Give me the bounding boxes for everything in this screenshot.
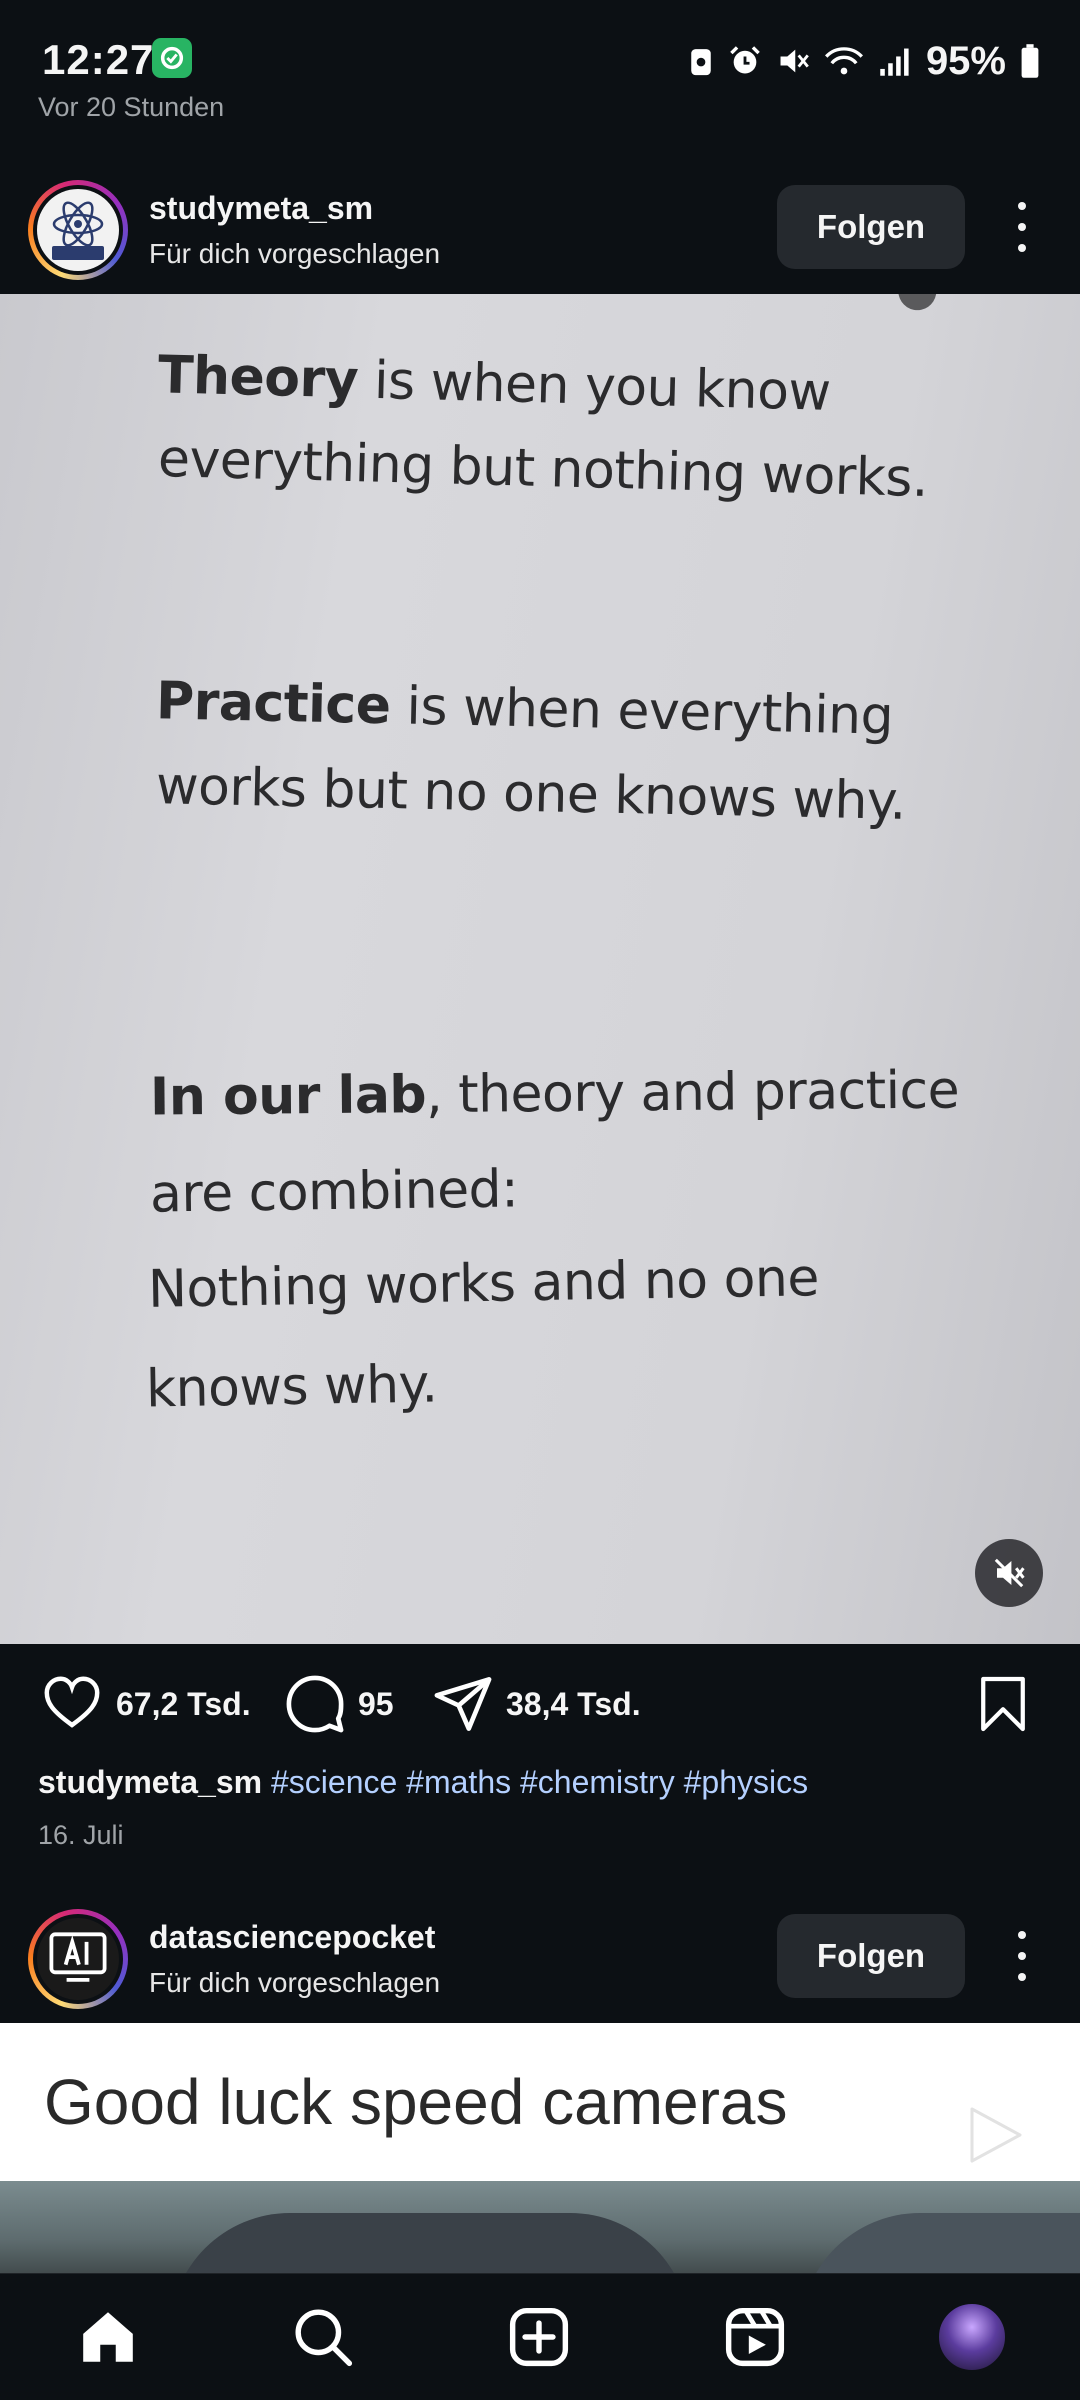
bookmark-icon — [981, 1676, 1025, 1732]
more-options-icon[interactable] — [1002, 1931, 1042, 1981]
pin-icon — [898, 294, 940, 314]
signal-icon — [880, 48, 909, 76]
post-time-ago: Vor 20 Stunden — [38, 92, 225, 122]
nav-create[interactable] — [504, 2302, 574, 2372]
share-count: 38,4 Tsd. — [506, 1685, 641, 1722]
post-header: datasciencepocket Für dich vorgeschlagen… — [0, 1889, 1080, 2023]
profile-avatar[interactable] — [936, 2301, 1008, 2373]
lock-recorder-icon — [691, 49, 711, 76]
battery-percent: 95% — [925, 38, 1006, 83]
hashtag[interactable]: #chemistry — [520, 1764, 675, 1800]
nav-home[interactable] — [73, 2302, 143, 2372]
home-icon — [83, 2312, 133, 2362]
comment-count: 95 — [358, 1685, 394, 1722]
hashtag[interactable]: #maths — [406, 1764, 511, 1800]
send-icon — [434, 1677, 492, 1731]
post-image[interactable]: Theory is when you know everything but n… — [0, 294, 1080, 1644]
battery-icon — [1021, 44, 1039, 78]
reels-icon — [725, 2307, 785, 2367]
comment-icon — [286, 1675, 344, 1733]
follow-button[interactable]: Folgen — [777, 1914, 965, 1998]
comment-action[interactable]: 95 — [286, 1674, 394, 1734]
post-image[interactable]: Good luck speed cameras — [0, 2023, 1080, 2273]
suggested-label: Für dich vorgeschlagen — [149, 1967, 441, 1998]
post-username[interactable]: datasciencepocket — [149, 1919, 435, 1956]
clock: 12:27 — [42, 36, 155, 83]
sign-paper: Theory is when you know everything but n… — [0, 294, 1080, 1644]
nav-search[interactable] — [288, 2302, 358, 2372]
car-shape — [170, 2213, 690, 2273]
search-icon — [295, 2309, 353, 2367]
alarm-icon — [730, 46, 760, 74]
post-caption: studymeta_sm #science #maths #chemistry … — [38, 1764, 808, 1801]
image-caption-text: Good luck speed cameras — [44, 2066, 788, 2138]
avatar[interactable] — [28, 1909, 128, 2009]
create-icon — [509, 2307, 569, 2367]
nav-reels[interactable] — [720, 2302, 790, 2372]
mute-icon — [780, 49, 809, 73]
more-options-icon[interactable] — [1002, 202, 1042, 252]
like-action[interactable]: 67,2 Tsd. — [42, 1674, 251, 1734]
suggested-label: Für dich vorgeschlagen — [149, 238, 441, 269]
image-text-line: knows why. — [145, 1354, 438, 1420]
image-text-line: In our lab, theory and practice — [149, 1060, 960, 1128]
post-date: 16. Juli — [38, 1820, 124, 1850]
image-text-line: Theory is when you know — [157, 345, 832, 423]
hashtag[interactable]: #physics — [684, 1764, 809, 1800]
image-text-line: works but no one knows why. — [155, 756, 907, 832]
atom-logo-icon — [37, 189, 119, 271]
post-username[interactable]: studymeta_sm — [149, 190, 373, 227]
hashtag[interactable]: #science — [271, 1764, 397, 1800]
follow-button[interactable]: Folgen — [777, 185, 965, 269]
save-action[interactable] — [978, 1674, 1028, 1734]
play-icon — [970, 2107, 1022, 2163]
wifi-icon — [824, 47, 863, 75]
avatar[interactable] — [28, 180, 128, 280]
post-header: studymeta_sm Für dich vorgeschlagen Folg… — [0, 160, 1080, 294]
heart-icon — [44, 1676, 100, 1728]
status-bar: 12:27 Vor 20 Stunden 95% — [0, 0, 1080, 130]
bottom-nav — [0, 2273, 1080, 2400]
caption-username[interactable]: studymeta_sm — [38, 1764, 262, 1800]
image-text-line: everything but nothing works. — [157, 428, 929, 510]
like-count: 67,2 Tsd. — [116, 1685, 251, 1722]
image-text-line: are combined: — [149, 1159, 519, 1225]
status-icons: 95% — [688, 38, 1040, 84]
audio-muted-icon[interactable] — [975, 1539, 1043, 1607]
app-notification-icon — [152, 38, 192, 78]
image-text-line: Practice is when everything — [155, 671, 894, 747]
ai-monitor-logo-icon — [37, 1918, 119, 2000]
image-text-line: Nothing works and no one — [147, 1248, 820, 1320]
share-action[interactable]: 38,4 Tsd. — [434, 1674, 641, 1734]
post-actions: 67,2 Tsd. 95 38,4 Tsd. — [0, 1644, 1080, 1764]
